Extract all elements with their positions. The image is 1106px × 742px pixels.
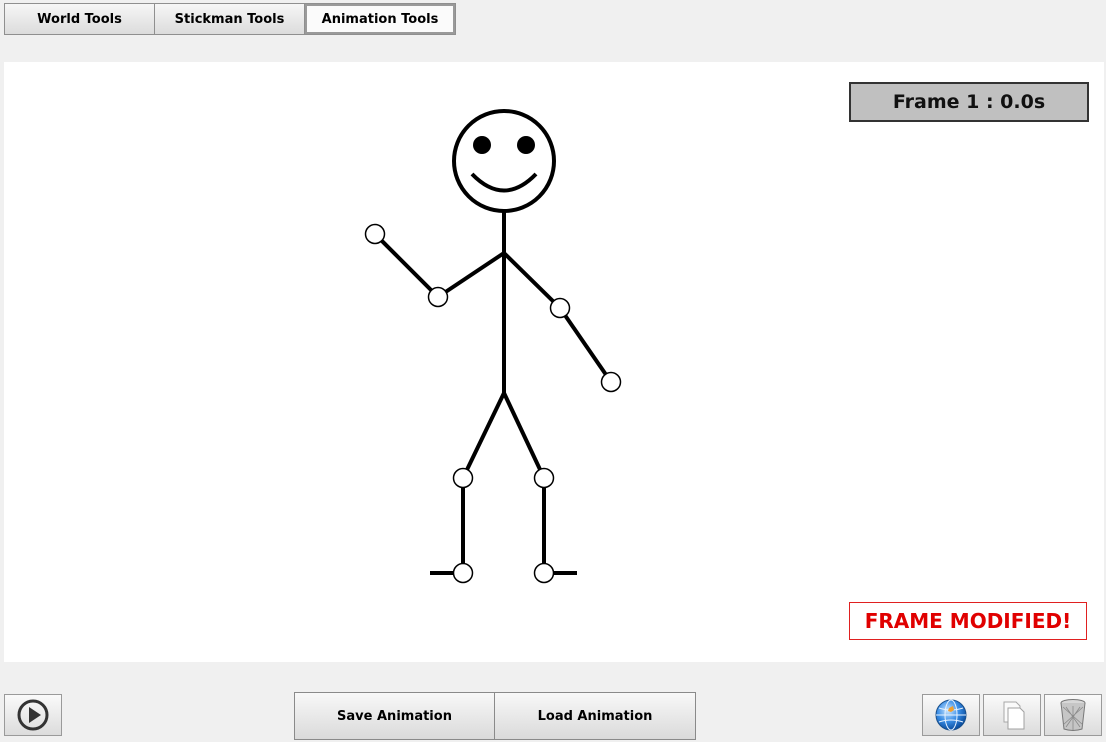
- tool-tabs: World Tools Stickman Tools Animation Too…: [4, 3, 456, 35]
- copy-pages-icon: [1003, 701, 1025, 730]
- delete-frame-button[interactable]: [1044, 694, 1102, 736]
- play-button[interactable]: [4, 694, 62, 736]
- tab-stickman-tools[interactable]: Stickman Tools: [155, 4, 305, 34]
- joint-handle-right-foot[interactable]: [533, 562, 555, 584]
- stickman-right-upper-arm: [502, 251, 562, 310]
- stickman-figure: [364, 109, 622, 584]
- stickman-right-forearm: [558, 306, 613, 384]
- stickman-left-eye: [473, 136, 491, 154]
- play-circle-icon: [17, 699, 49, 731]
- animation-file-buttons: Save Animation Load Animation: [294, 692, 696, 740]
- stickman-right-thigh: [502, 392, 546, 479]
- joint-handle-right-hand[interactable]: [600, 371, 622, 393]
- stickman-right-eye: [517, 136, 535, 154]
- joint-handle-left-foot[interactable]: [452, 562, 474, 584]
- stickman-head: [452, 109, 556, 213]
- globe-icon: [935, 699, 967, 731]
- joint-handle-right-elbow[interactable]: [549, 297, 571, 319]
- load-animation-button[interactable]: Load Animation: [495, 693, 695, 739]
- globe-button[interactable]: [922, 694, 980, 736]
- stickman-left-thigh: [461, 392, 506, 479]
- frame-modified-status: FRAME MODIFIED!: [849, 602, 1087, 640]
- tab-world-tools[interactable]: World Tools: [5, 4, 155, 34]
- animation-canvas[interactable]: Frame 1 : 0.0s FRAME MODIFIED!: [4, 62, 1104, 662]
- joint-handle-left-knee[interactable]: [452, 467, 474, 489]
- joint-handle-right-knee[interactable]: [533, 467, 555, 489]
- copy-frame-button[interactable]: [983, 694, 1041, 736]
- trash-bin-icon: [1060, 699, 1086, 731]
- joint-handle-left-elbow[interactable]: [427, 286, 449, 308]
- stickman-left-upper-arm: [436, 251, 506, 299]
- stickman-left-forearm: [373, 232, 440, 299]
- frame-indicator: Frame 1 : 0.0s: [849, 82, 1089, 122]
- save-animation-button[interactable]: Save Animation: [295, 693, 495, 739]
- joint-handle-left-hand[interactable]: [364, 223, 386, 245]
- stickman-smile: [470, 172, 538, 193]
- tab-animation-tools[interactable]: Animation Tools: [305, 4, 455, 34]
